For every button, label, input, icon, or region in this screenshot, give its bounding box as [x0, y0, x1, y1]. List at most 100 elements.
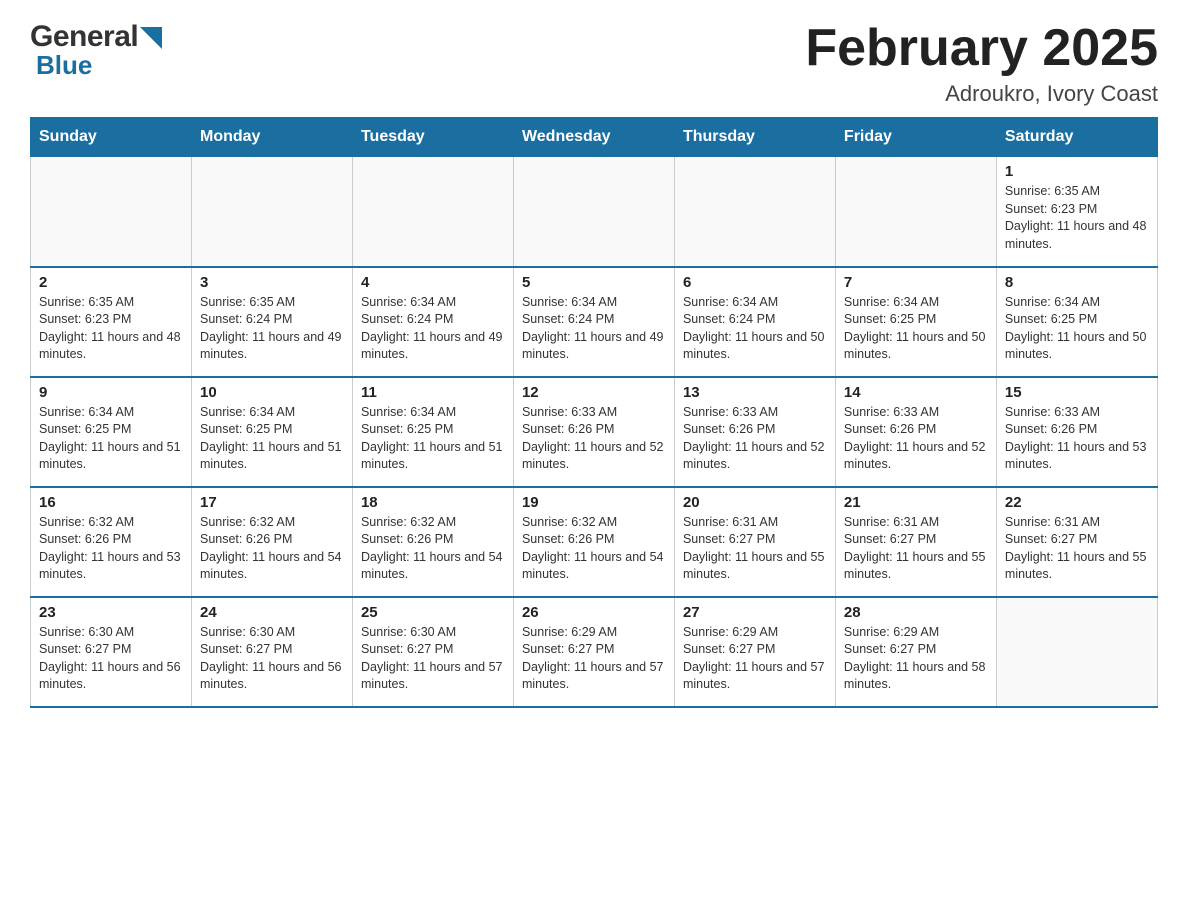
- day-info: Sunrise: 6:35 AMSunset: 6:23 PMDaylight:…: [1005, 183, 1149, 253]
- day-number: 28: [844, 604, 988, 621]
- calendar-cell: 4Sunrise: 6:34 AMSunset: 6:24 PMDaylight…: [352, 267, 513, 377]
- calendar-cell: 28Sunrise: 6:29 AMSunset: 6:27 PMDayligh…: [835, 597, 996, 707]
- day-number: 14: [844, 384, 988, 401]
- day-number: 18: [361, 494, 505, 511]
- calendar-cell: [674, 157, 835, 267]
- day-number: 5: [522, 274, 666, 291]
- day-info: Sunrise: 6:35 AMSunset: 6:24 PMDaylight:…: [200, 294, 344, 364]
- calendar-cell: 15 Sunrise: 6:33 AMSunset: 6:26 PMDayligh…: [996, 377, 1157, 487]
- day-number: 15: [1005, 384, 1149, 401]
- day-info: Sunrise: 6:30 AMSunset: 6:27 PMDaylight:…: [361, 624, 505, 694]
- day-info: Sunrise: 6:32 AMSunset: 6:26 PMDaylight:…: [522, 514, 666, 584]
- calendar-cell: 7 Sunrise: 6:34 AMSunset: 6:25 PMDaylight…: [835, 267, 996, 377]
- day-number: 16: [39, 494, 183, 511]
- day-number: 13: [683, 384, 827, 401]
- page-header: General Blue February 2025 Adroukro, Ivo…: [30, 20, 1158, 107]
- calendar-cell: 23 Sunrise: 6:30 AMSunset: 6:27 PMDayligh…: [31, 597, 192, 707]
- weekday-wednesday: Wednesday: [513, 118, 674, 157]
- logo-triangle-icon: [140, 27, 162, 49]
- calendar-cell: 22 Sunrise: 6:31 AMSunset: 6:27 PMDayligh…: [996, 487, 1157, 597]
- day-info: Sunrise: 6:32 AMSunset: 6:26 PMDaylight:…: [39, 514, 183, 584]
- calendar-cell: [996, 597, 1157, 707]
- day-number: 23: [39, 604, 183, 621]
- week-row-2: 2Sunrise: 6:35 AMSunset: 6:23 PMDaylight…: [31, 267, 1158, 377]
- calendar-subtitle: Adroukro, Ivory Coast: [805, 81, 1158, 107]
- calendar-cell: 3 Sunrise: 6:35 AMSunset: 6:24 PMDaylight…: [191, 267, 352, 377]
- day-number: 6: [683, 274, 827, 291]
- calendar-cell: [352, 157, 513, 267]
- day-info: Sunrise: 6:30 AMSunset: 6:27 PMDaylight:…: [39, 624, 183, 694]
- calendar-cell: 24Sunrise: 6:30 AMSunset: 6:27 PMDayligh…: [191, 597, 352, 707]
- calendar-cell: 26 Sunrise: 6:29 AMSunset: 6:27 PMDayligh…: [513, 597, 674, 707]
- logo-blue-text: Blue: [36, 50, 92, 81]
- day-info: Sunrise: 6:34 AMSunset: 6:24 PMDaylight:…: [522, 294, 666, 364]
- calendar-cell: 2Sunrise: 6:35 AMSunset: 6:23 PMDaylight…: [31, 267, 192, 377]
- calendar-cell: 25 Sunrise: 6:30 AMSunset: 6:27 PMDayligh…: [352, 597, 513, 707]
- day-info: Sunrise: 6:33 AMSunset: 6:26 PMDaylight:…: [1005, 404, 1149, 474]
- calendar-cell: 9Sunrise: 6:34 AMSunset: 6:25 PMDaylight…: [31, 377, 192, 487]
- calendar-cell: 11Sunrise: 6:34 AMSunset: 6:25 PMDayligh…: [352, 377, 513, 487]
- weekday-tuesday: Tuesday: [352, 118, 513, 157]
- day-info: Sunrise: 6:31 AMSunset: 6:27 PMDaylight:…: [1005, 514, 1149, 584]
- calendar-cell: [31, 157, 192, 267]
- calendar-cell: 14 Sunrise: 6:33 AMSunset: 6:26 PMDayligh…: [835, 377, 996, 487]
- day-info: Sunrise: 6:34 AMSunset: 6:25 PMDaylight:…: [844, 294, 988, 364]
- calendar-cell: [513, 157, 674, 267]
- calendar-cell: [191, 157, 352, 267]
- day-number: 12: [522, 384, 666, 401]
- calendar-cell: 1 Sunrise: 6:35 AMSunset: 6:23 PMDaylight…: [996, 157, 1157, 267]
- day-number: 7: [844, 274, 988, 291]
- day-info: Sunrise: 6:34 AMSunset: 6:24 PMDaylight:…: [683, 294, 827, 364]
- day-info: Sunrise: 6:33 AMSunset: 6:26 PMDaylight:…: [522, 404, 666, 474]
- calendar-cell: 12 Sunrise: 6:33 AMSunset: 6:26 PMDayligh…: [513, 377, 674, 487]
- calendar-cell: [835, 157, 996, 267]
- day-number: 21: [844, 494, 988, 511]
- calendar-cell: 10 Sunrise: 6:34 AMSunset: 6:25 PMDayligh…: [191, 377, 352, 487]
- day-number: 22: [1005, 494, 1149, 511]
- day-number: 17: [200, 494, 344, 511]
- week-row-5: 23 Sunrise: 6:30 AMSunset: 6:27 PMDayligh…: [31, 597, 1158, 707]
- day-number: 10: [200, 384, 344, 401]
- day-info: Sunrise: 6:34 AMSunset: 6:25 PMDaylight:…: [39, 404, 183, 474]
- day-number: 26: [522, 604, 666, 621]
- day-number: 11: [361, 384, 505, 401]
- day-info: Sunrise: 6:29 AMSunset: 6:27 PMDaylight:…: [683, 624, 827, 694]
- day-info: Sunrise: 6:32 AMSunset: 6:26 PMDaylight:…: [200, 514, 344, 584]
- calendar-cell: 18 Sunrise: 6:32 AMSunset: 6:26 PMDayligh…: [352, 487, 513, 597]
- week-row-1: 1 Sunrise: 6:35 AMSunset: 6:23 PMDaylight…: [31, 157, 1158, 267]
- weekday-saturday: Saturday: [996, 118, 1157, 157]
- day-number: 4: [361, 274, 505, 291]
- calendar-cell: 8Sunrise: 6:34 AMSunset: 6:25 PMDaylight…: [996, 267, 1157, 377]
- logo: General Blue: [30, 20, 162, 81]
- calendar-cell: 17 Sunrise: 6:32 AMSunset: 6:26 PMDayligh…: [191, 487, 352, 597]
- week-row-4: 16 Sunrise: 6:32 AMSunset: 6:26 PMDayligh…: [31, 487, 1158, 597]
- calendar-title-area: February 2025 Adroukro, Ivory Coast: [805, 20, 1158, 107]
- calendar-cell: 19 Sunrise: 6:32 AMSunset: 6:26 PMDayligh…: [513, 487, 674, 597]
- day-number: 3: [200, 274, 344, 291]
- day-number: 27: [683, 604, 827, 621]
- day-number: 19: [522, 494, 666, 511]
- day-info: Sunrise: 6:29 AMSunset: 6:27 PMDaylight:…: [522, 624, 666, 694]
- day-number: 1: [1005, 163, 1149, 180]
- calendar-body: 1 Sunrise: 6:35 AMSunset: 6:23 PMDaylight…: [31, 157, 1158, 707]
- day-info: Sunrise: 6:31 AMSunset: 6:27 PMDaylight:…: [844, 514, 988, 584]
- day-number: 24: [200, 604, 344, 621]
- calendar-cell: 6 Sunrise: 6:34 AMSunset: 6:24 PMDaylight…: [674, 267, 835, 377]
- day-number: 20: [683, 494, 827, 511]
- calendar-cell: 27 Sunrise: 6:29 AMSunset: 6:27 PMDayligh…: [674, 597, 835, 707]
- logo-general-text: General: [30, 20, 138, 54]
- calendar-cell: 20 Sunrise: 6:31 AMSunset: 6:27 PMDayligh…: [674, 487, 835, 597]
- day-info: Sunrise: 6:33 AMSunset: 6:26 PMDaylight:…: [844, 404, 988, 474]
- day-number: 25: [361, 604, 505, 621]
- week-row-3: 9Sunrise: 6:34 AMSunset: 6:25 PMDaylight…: [31, 377, 1158, 487]
- day-number: 8: [1005, 274, 1149, 291]
- calendar-cell: 16 Sunrise: 6:32 AMSunset: 6:26 PMDayligh…: [31, 487, 192, 597]
- day-info: Sunrise: 6:31 AMSunset: 6:27 PMDaylight:…: [683, 514, 827, 584]
- calendar-cell: 21 Sunrise: 6:31 AMSunset: 6:27 PMDayligh…: [835, 487, 996, 597]
- day-info: Sunrise: 6:34 AMSunset: 6:25 PMDaylight:…: [200, 404, 344, 474]
- day-info: Sunrise: 6:33 AMSunset: 6:26 PMDaylight:…: [683, 404, 827, 474]
- weekday-header-row: SundayMondayTuesdayWednesdayThursdayFrid…: [31, 118, 1158, 157]
- weekday-monday: Monday: [191, 118, 352, 157]
- day-info: Sunrise: 6:32 AMSunset: 6:26 PMDaylight:…: [361, 514, 505, 584]
- weekday-friday: Friday: [835, 118, 996, 157]
